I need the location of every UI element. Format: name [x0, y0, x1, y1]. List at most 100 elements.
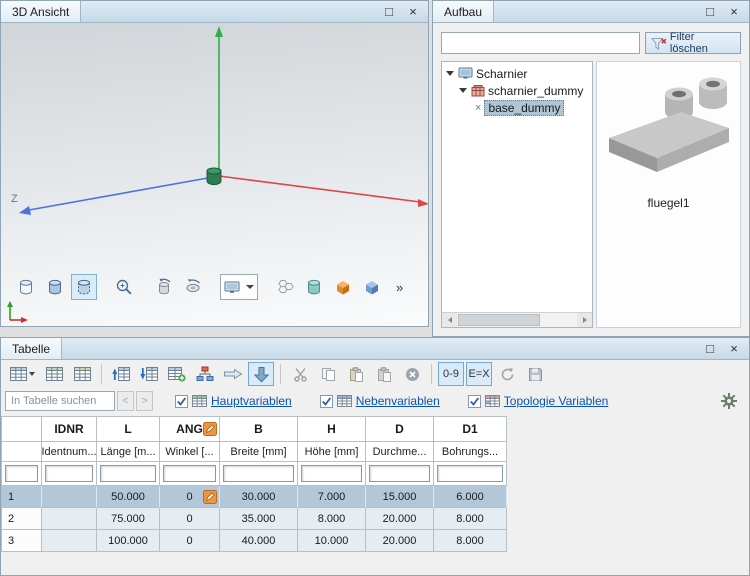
- solid-cylinder-button[interactable]: [301, 274, 327, 300]
- column-filter-input[interactable]: [223, 465, 294, 482]
- maximize-icon[interactable]: □: [703, 341, 717, 357]
- view-configuration-dropdown[interactable]: [220, 274, 258, 300]
- scroll-left-button[interactable]: [442, 313, 457, 327]
- close-icon[interactable]: ×: [406, 4, 420, 20]
- tree-item-assembly[interactable]: scharnier_dummy: [444, 82, 590, 99]
- edit-formula-button[interactable]: [203, 422, 217, 436]
- scientific-format-toggle[interactable]: E=X: [466, 362, 492, 386]
- column-filter-input[interactable]: [100, 465, 156, 482]
- column-filter-input[interactable]: [163, 465, 216, 482]
- close-icon[interactable]: ×: [727, 341, 741, 357]
- structure-tree-button[interactable]: [192, 362, 218, 386]
- column-filter-input[interactable]: [5, 465, 38, 482]
- column-filter-input[interactable]: [301, 465, 362, 482]
- cell-b[interactable]: 30.000: [220, 486, 298, 508]
- checkbox-checked-icon[interactable]: [175, 395, 188, 408]
- cut-button[interactable]: [287, 362, 313, 386]
- tree-item-root[interactable]: Scharnier: [444, 65, 590, 82]
- table-edit-button[interactable]: [69, 362, 95, 386]
- column-filter-input[interactable]: [369, 465, 430, 482]
- refresh-button[interactable]: [494, 362, 520, 386]
- checkbox-checked-icon[interactable]: [468, 395, 481, 408]
- tree-horizontal-scrollbar[interactable]: [442, 312, 592, 327]
- top-view-button[interactable]: [180, 274, 206, 300]
- render-mode-button[interactable]: [71, 274, 97, 300]
- tree-item-label-selected[interactable]: base_dummy: [484, 100, 564, 116]
- column-header-d[interactable]: D: [366, 417, 434, 442]
- nebenvariablen-filter-group[interactable]: Nebenvariablen: [320, 394, 440, 408]
- column-filter-input[interactable]: [437, 465, 503, 482]
- hauptvariablen-link[interactable]: Hauptvariablen: [211, 394, 292, 408]
- tree-item-label[interactable]: scharnier_dummy: [485, 84, 586, 98]
- row-number[interactable]: 2: [2, 508, 42, 530]
- tree-item-label[interactable]: Scharnier: [473, 67, 530, 81]
- paste-button[interactable]: [343, 362, 369, 386]
- maximize-icon[interactable]: □: [703, 4, 717, 20]
- column-header-d1[interactable]: D1: [434, 417, 507, 442]
- wireframe-cylinder-button[interactable]: [13, 274, 39, 300]
- cell-b[interactable]: 40.000: [220, 530, 298, 552]
- rotate-view-button[interactable]: [151, 274, 177, 300]
- edit-formula-button[interactable]: [203, 490, 217, 504]
- table-search-input[interactable]: [5, 391, 115, 411]
- cell-ang[interactable]: 0: [160, 530, 220, 552]
- cell-d1[interactable]: 8.000: [434, 530, 507, 552]
- save-button[interactable]: [522, 362, 548, 386]
- topologie-variablen-link[interactable]: Topologie Variablen: [504, 394, 609, 408]
- transfer-values-button[interactable]: [220, 362, 246, 386]
- insert-row-below-button[interactable]: [136, 362, 162, 386]
- cell-idnr[interactable]: [42, 530, 97, 552]
- close-icon[interactable]: ×: [727, 4, 741, 20]
- copy-button[interactable]: [315, 362, 341, 386]
- search-previous-button[interactable]: <: [117, 391, 134, 411]
- shaded-cylinder-button[interactable]: [42, 274, 68, 300]
- 3d-viewport-canvas[interactable]: Z: [1, 23, 428, 326]
- topologie-filter-group[interactable]: Topologie Variablen: [468, 394, 609, 408]
- decimal-format-toggle[interactable]: 0-9: [438, 362, 464, 386]
- blue-box-button[interactable]: [359, 274, 385, 300]
- apply-row-to-part-button[interactable]: [248, 362, 274, 386]
- scrollbar-track[interactable]: [457, 313, 577, 327]
- cell-idnr[interactable]: [42, 486, 97, 508]
- zoom-button[interactable]: [111, 274, 137, 300]
- cell-ang[interactable]: 0: [160, 486, 220, 508]
- toolbar-overflow-button[interactable]: »: [392, 280, 407, 295]
- table-menu-button[interactable]: [5, 362, 39, 386]
- cell-d1[interactable]: 6.000: [434, 486, 507, 508]
- mesh-display-button[interactable]: [272, 274, 298, 300]
- scrollbar-thumb[interactable]: [458, 314, 540, 326]
- hauptvariablen-filter-group[interactable]: Hauptvariablen: [175, 394, 292, 408]
- cell-ang[interactable]: 0: [160, 508, 220, 530]
- new-row-button[interactable]: [164, 362, 190, 386]
- cell-l[interactable]: 50.000: [97, 486, 160, 508]
- settings-gear-icon[interactable]: [721, 393, 737, 409]
- nebenvariablen-link[interactable]: Nebenvariablen: [356, 394, 440, 408]
- cell-b[interactable]: 35.000: [220, 508, 298, 530]
- column-header-h[interactable]: H: [298, 417, 366, 442]
- cell-d[interactable]: 20.000: [366, 508, 434, 530]
- checkbox-checked-icon[interactable]: [320, 395, 333, 408]
- column-header-ang[interactable]: ANG: [160, 417, 220, 442]
- part-preview-tile[interactable]: fluegel1: [596, 61, 741, 328]
- paste-special-button[interactable]: [371, 362, 397, 386]
- row-number[interactable]: 1: [2, 486, 42, 508]
- cell-l[interactable]: 75.000: [97, 508, 160, 530]
- tree-item-part[interactable]: × base_dummy: [444, 99, 590, 116]
- structure-search-input[interactable]: [441, 32, 640, 54]
- clear-filter-button[interactable]: Filter löschen: [645, 32, 741, 54]
- maximize-icon[interactable]: □: [382, 4, 396, 20]
- cell-h[interactable]: 10.000: [298, 530, 366, 552]
- table-display-button[interactable]: [41, 362, 67, 386]
- cell-d[interactable]: 20.000: [366, 530, 434, 552]
- cell-d1[interactable]: 8.000: [434, 508, 507, 530]
- expander-icon[interactable]: [446, 71, 454, 76]
- insert-row-above-button[interactable]: [108, 362, 134, 386]
- column-header-b[interactable]: B: [220, 417, 298, 442]
- cell-h[interactable]: 7.000: [298, 486, 366, 508]
- column-header-idnr[interactable]: IDNR: [42, 417, 97, 442]
- orange-box-button[interactable]: [330, 274, 356, 300]
- scroll-right-button[interactable]: [577, 313, 592, 327]
- cell-idnr[interactable]: [42, 508, 97, 530]
- cell-l[interactable]: 100.000: [97, 530, 160, 552]
- expander-icon[interactable]: [459, 88, 467, 93]
